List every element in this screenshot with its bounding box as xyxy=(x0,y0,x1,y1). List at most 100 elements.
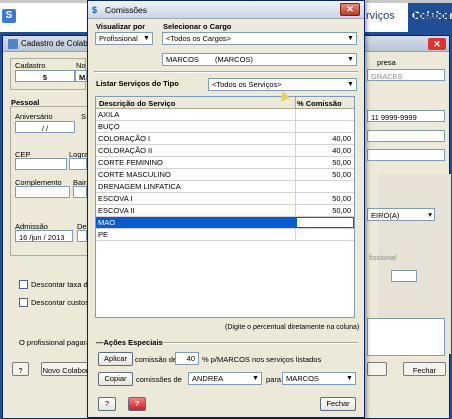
comissao-percent-input[interactable]: 40 xyxy=(175,352,199,365)
chevron-down-icon: ▼ xyxy=(141,33,152,44)
descontar-custos-checkbox[interactable] xyxy=(19,298,28,307)
help-button[interactable]: ? xyxy=(98,397,116,411)
row-service-name: DRENAGEM LINFATICA xyxy=(98,182,181,191)
chevron-down-icon: ▾ xyxy=(428,210,432,219)
servicos-grid[interactable]: Descrição do Serviço % Comissão AXILA BU… xyxy=(95,96,355,318)
row-service-name: COLORAÇÃO II xyxy=(98,146,153,155)
empresa-label: presa xyxy=(377,58,396,67)
row-commission-editor[interactable] xyxy=(296,217,354,228)
col-comissao-header[interactable]: % Comissão xyxy=(297,99,342,108)
logradouro-field[interactable] xyxy=(69,158,87,170)
nome-label: No xyxy=(76,61,86,70)
cadastro-label: Cadastro xyxy=(15,61,46,70)
descontar-taxa-checkbox[interactable] xyxy=(19,280,28,289)
col-descricao-header[interactable]: Descrição do Serviço xyxy=(99,99,175,108)
dialog-app-icon: $ xyxy=(92,5,98,15)
fechar-button[interactable]: Fechar xyxy=(320,397,356,411)
observacao-field[interactable] xyxy=(367,318,445,356)
row-commission-value[interactable]: 50,00 xyxy=(305,194,351,203)
table-row[interactable]: PE xyxy=(96,229,354,241)
profissional-name: (MARCOS) xyxy=(215,55,253,64)
table-row[interactable]: BUÇO xyxy=(96,121,354,133)
app-logo-icon: S xyxy=(2,9,16,23)
empresa-field[interactable]: GRACES xyxy=(367,69,445,81)
table-row[interactable]: ESCOVA II 50,00 xyxy=(96,205,354,217)
chevron-down-icon: ▼ xyxy=(345,33,356,44)
nome-field[interactable]: MA xyxy=(75,70,87,82)
profissional-label: fissional xyxy=(369,253,397,262)
column-divider xyxy=(295,121,296,133)
copy-from-value: ANDREA xyxy=(192,374,224,383)
window-icon xyxy=(8,39,18,49)
print-button[interactable] xyxy=(367,362,387,376)
column-divider xyxy=(295,157,296,169)
close-button[interactable]: ✕ xyxy=(340,3,360,16)
descontar-custos-label: Descontar custos d xyxy=(31,298,96,307)
table-row[interactable]: ESCOVA I 50,00 xyxy=(96,193,354,205)
cargo-select[interactable]: <Todos os Cargos> ▼ xyxy=(162,32,357,45)
dialog-title: Comissões xyxy=(105,5,148,15)
row-service-name: COLORAÇÃO I xyxy=(98,134,151,143)
row-service-name: AXILA xyxy=(98,110,120,119)
cargo-value: EIRO(A) xyxy=(371,211,400,220)
visualizar-select[interactable]: Profissional ▼ xyxy=(95,32,153,45)
dialog-titlebar: $ Comissões ✕ xyxy=(88,1,364,19)
row-service-name: PE xyxy=(98,230,109,239)
email-field[interactable] xyxy=(367,130,445,142)
cadastro-field[interactable]: 5 xyxy=(15,70,75,82)
row-commission-value[interactable]: 50,00 xyxy=(305,158,351,167)
bairro-field[interactable] xyxy=(73,186,87,198)
sexo-label: S xyxy=(81,112,87,121)
aniversario-label: Aniversário xyxy=(15,112,53,121)
telefone-field[interactable]: 11 9999-9999 xyxy=(367,110,445,122)
profissional-select[interactable]: MARCOS (MARCOS) ▼ xyxy=(162,53,357,66)
demissao-field[interactable] xyxy=(77,230,87,242)
copy-to-select[interactable]: MARCOS ▼ xyxy=(282,372,356,385)
cep-field[interactable] xyxy=(15,158,67,170)
row-service-name: CORTE FEMININO xyxy=(98,158,163,167)
table-row[interactable]: AXILA xyxy=(96,109,354,121)
column-divider xyxy=(295,169,296,181)
row-service-name: ESCOVA I xyxy=(98,194,133,203)
cargo-select[interactable]: EIRO(A) ▾ xyxy=(367,208,435,221)
table-row[interactable]: DRENAGEM LINFATICA xyxy=(96,181,354,193)
aplicar-button[interactable]: Aplicar xyxy=(98,352,133,366)
menu-servicos[interactable]: rviços xyxy=(366,10,395,22)
help-button[interactable]: ? xyxy=(12,362,29,376)
profissional-pagara-label: O profissional pagará xyxy=(19,338,91,347)
row-commission-value[interactable]: 40,00 xyxy=(305,134,351,143)
background-window-title: Cadastro de Colabo xyxy=(21,39,93,48)
row-commission-value[interactable]: 50,00 xyxy=(305,170,351,179)
aniversario-field[interactable]: / / xyxy=(15,121,75,133)
row-service-name: ESCOVA II xyxy=(98,206,135,215)
row-commission-value[interactable]: 40,00 xyxy=(305,146,351,155)
comissao-de-label: comissão de xyxy=(135,355,178,364)
copy-to-value: MARCOS xyxy=(286,374,319,383)
column-divider xyxy=(295,193,296,205)
column-divider xyxy=(295,181,296,193)
cargo-value: <Todos os Cargos> xyxy=(166,34,232,43)
table-row-selected[interactable]: MAO xyxy=(96,217,354,229)
chevron-down-icon: ▼ xyxy=(345,79,356,90)
grid-header: Descrição do Serviço % Comissão xyxy=(96,97,354,109)
table-row[interactable]: COLORAÇÃO I 40,00 xyxy=(96,133,354,145)
table-row[interactable]: CORTE MASCULINO 50,00 xyxy=(96,169,354,181)
background-fechar-button[interactable]: Fechar xyxy=(403,362,446,376)
row-service-name: CORTE MASCULINO xyxy=(98,170,171,179)
row-commission-value[interactable]: 50,00 xyxy=(305,206,351,215)
copiar-button[interactable]: Copiar xyxy=(98,372,133,386)
novo-colaborador-button[interactable]: Novo Colabor xyxy=(41,362,90,376)
complemento-field[interactable] xyxy=(15,186,70,198)
close-icon[interactable]: ✕ xyxy=(428,38,446,50)
visualizar-value: Profissional xyxy=(99,34,138,43)
table-row[interactable]: COLORAÇÃO II 40,00 xyxy=(96,145,354,157)
tipo-servico-select[interactable]: <Todos os Serviços> ▼ xyxy=(208,78,357,91)
acoes-especiais-label: —Ações Especiais xyxy=(96,338,163,347)
menu-colaboradores-label-2[interactable]: Colabor xyxy=(409,10,451,22)
table-row[interactable]: CORTE FEMININO 50,00 xyxy=(96,157,354,169)
extra-field[interactable] xyxy=(367,149,445,161)
admissao-field[interactable]: 16 /jun / 2013 xyxy=(15,230,73,242)
copy-from-select[interactable]: ANDREA ▼ xyxy=(188,372,262,385)
help-red-button[interactable]: ? xyxy=(128,397,146,411)
percentual-field[interactable] xyxy=(391,270,417,282)
